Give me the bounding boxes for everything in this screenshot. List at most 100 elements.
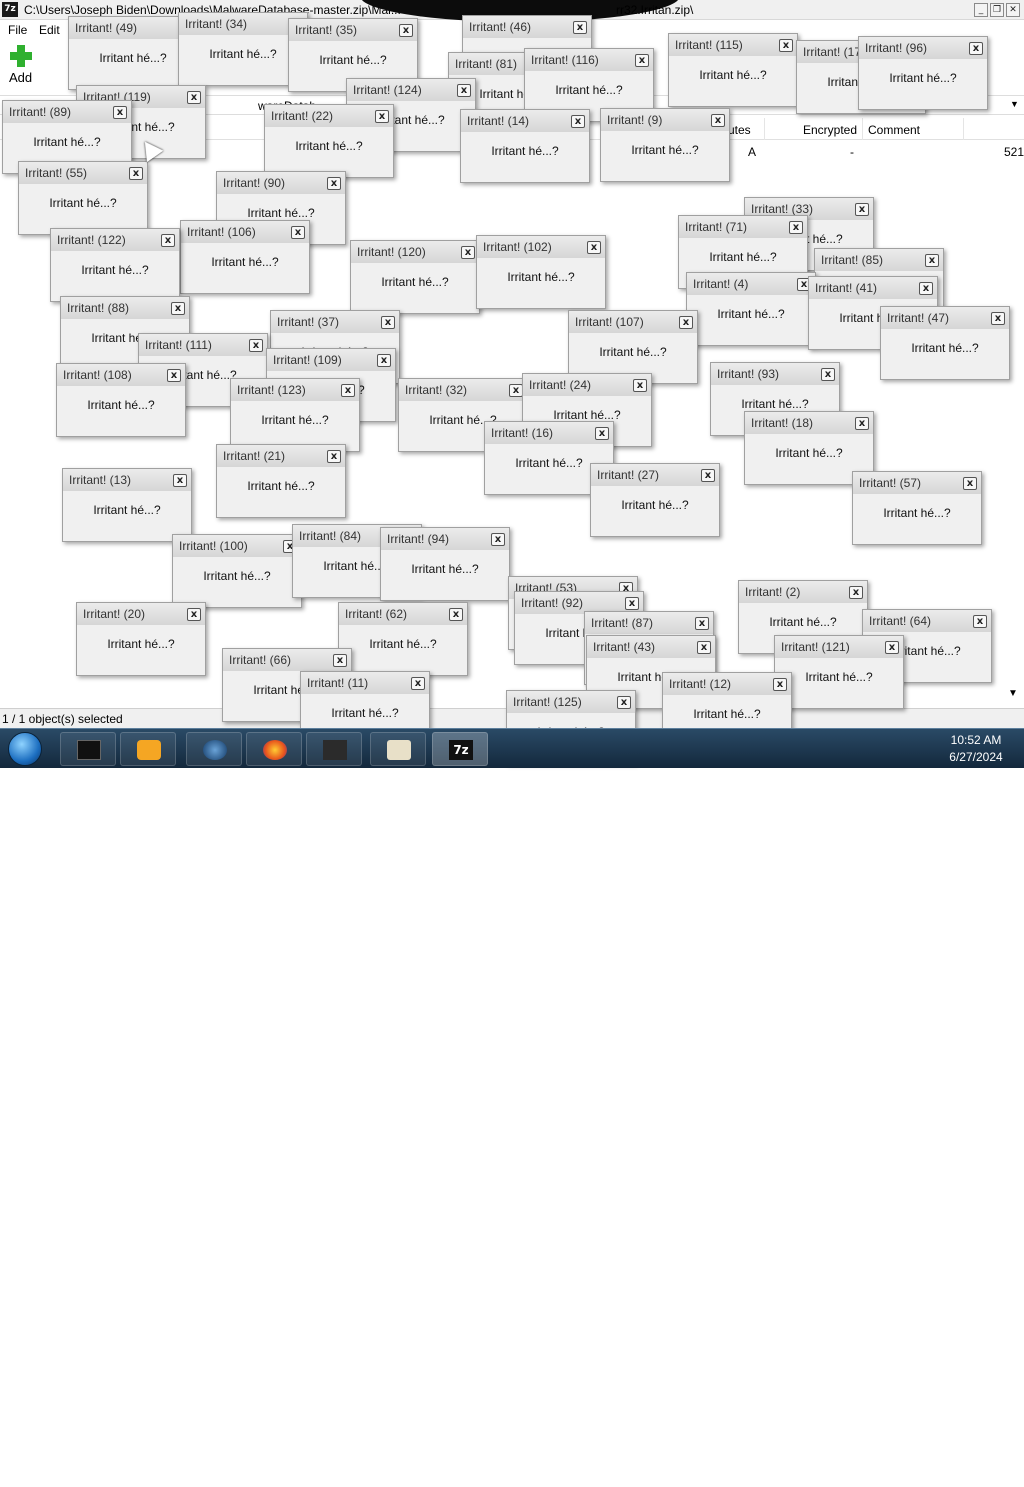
restore-icon[interactable]: ❐ <box>990 3 1004 17</box>
close-icon[interactable]: x <box>789 221 803 234</box>
close-icon[interactable]: x <box>249 339 263 352</box>
popup-title-bar[interactable]: Irritant! (111) x <box>139 334 267 356</box>
popup-title-bar[interactable]: Irritant! (66) x <box>223 649 351 671</box>
close-icon[interactable]: x <box>679 316 693 329</box>
popup-title-bar[interactable]: Irritant! (18) x <box>745 412 873 434</box>
irritant-popup[interactable]: Irritant! (20) x Irritant hé...? <box>76 602 206 676</box>
close-icon[interactable]: x <box>885 641 899 654</box>
popup-title-bar[interactable]: Irritant! (57) x <box>853 472 981 494</box>
popup-title-bar[interactable]: Irritant! (106) x <box>181 221 309 243</box>
close-icon[interactable]: x <box>821 368 835 381</box>
irritant-popup[interactable]: Irritant! (108) x Irritant hé...? <box>56 363 186 437</box>
popup-title-bar[interactable]: Irritant! (93) x <box>711 363 839 385</box>
popup-title-bar[interactable]: Irritant! (96) x <box>859 37 987 59</box>
close-icon[interactable]: x <box>377 354 391 367</box>
irritant-popup[interactable]: Irritant! (94) x Irritant hé...? <box>380 527 510 601</box>
close-icon[interactable]: x <box>635 54 649 67</box>
popup-title-bar[interactable]: Irritant! (71) x <box>679 216 807 238</box>
add-button-label[interactable]: Add <box>9 70 32 85</box>
close-icon[interactable]: x <box>333 654 347 667</box>
add-plus-icon[interactable] <box>10 45 32 67</box>
close-icon[interactable]: x <box>595 427 609 440</box>
close-icon[interactable]: x <box>399 24 413 37</box>
popup-title-bar[interactable]: Irritant! (24) x <box>523 374 651 396</box>
popup-title-bar[interactable]: Irritant! (94) x <box>381 528 509 550</box>
popup-title-bar[interactable]: Irritant! (108) x <box>57 364 185 386</box>
close-icon[interactable]: x <box>855 203 869 216</box>
close-icon[interactable]: x <box>571 115 585 128</box>
close-icon[interactable]: x <box>187 608 201 621</box>
close-icon[interactable]: x <box>449 608 463 621</box>
irritant-popup[interactable]: Irritant! (115) x Irritant hé...? <box>668 33 798 107</box>
irritant-popup[interactable]: Irritant! (62) x Irritant hé...? <box>338 602 468 676</box>
system-tray[interactable] <box>872 1469 932 1487</box>
close-icon[interactable]: x <box>773 678 787 691</box>
close-icon[interactable]: x <box>779 39 793 52</box>
popup-title-bar[interactable]: Irritant! (90) x <box>217 172 345 194</box>
taskbar-media-player[interactable] <box>120 732 176 766</box>
close-icon[interactable]: x <box>461 246 475 259</box>
irritant-popup[interactable]: Irritant! (47) x Irritant hé...? <box>880 306 1010 380</box>
popup-title-bar[interactable]: Irritant! (55) x <box>19 162 147 184</box>
popup-title-bar[interactable]: Irritant! (100) x <box>173 535 301 557</box>
taskbar-installer[interactable] <box>370 732 426 766</box>
popup-title-bar[interactable]: Irritant! (46) x <box>463 16 591 38</box>
irritant-popup[interactable]: Irritant! (100) x Irritant hé...? <box>172 534 302 608</box>
close-icon[interactable]: x <box>711 114 725 127</box>
popup-title-bar[interactable]: Irritant! (87) x <box>585 612 713 634</box>
irritant-popup[interactable]: Irritant! (14) x Irritant hé...? <box>460 109 590 183</box>
close-icon[interactable]: x <box>701 469 715 482</box>
close-icon[interactable]: x <box>161 234 175 247</box>
irritant-popup[interactable]: Irritant! (106) x Irritant hé...? <box>180 220 310 294</box>
close-icon[interactable]: x <box>291 226 305 239</box>
popup-title-bar[interactable]: Irritant! (21) x <box>217 445 345 467</box>
popup-title-bar[interactable]: Irritant! (116) x <box>525 49 653 71</box>
popup-title-bar[interactable]: Irritant! (64) x <box>863 610 991 632</box>
close-icon[interactable]: x <box>341 384 355 397</box>
popup-title-bar[interactable]: Irritant! (35) x <box>289 19 417 41</box>
close-icon[interactable]: x <box>969 42 983 55</box>
popup-title-bar[interactable]: Irritant! (120) x <box>351 241 479 263</box>
close-icon[interactable]: x <box>855 417 869 430</box>
clock-date[interactable]: 6/27/2024 <box>940 750 1012 764</box>
taskbar-7zip[interactable]: 7z <box>432 732 488 766</box>
close-icon[interactable]: x <box>375 110 389 123</box>
popup-title-bar[interactable]: Irritant! (125) x <box>507 691 635 713</box>
irritant-popup[interactable]: Irritant! (120) x Irritant hé...? <box>350 240 480 314</box>
irritant-popup[interactable]: Irritant! (22) x Irritant hé...? <box>264 104 394 178</box>
close-icon[interactable]: x <box>173 474 187 487</box>
column-encrypted[interactable]: Encrypted <box>803 123 857 137</box>
close-icon[interactable]: x <box>963 477 977 490</box>
close-icon[interactable]: x <box>617 696 631 709</box>
popup-title-bar[interactable]: Irritant! (37) x <box>271 311 399 333</box>
irritant-popup[interactable]: Irritant! (21) x Irritant hé...? <box>216 444 346 518</box>
popup-title-bar[interactable]: Irritant! (115) x <box>669 34 797 56</box>
close-icon[interactable]: x <box>587 241 601 254</box>
popup-title-bar[interactable]: Irritant! (11) x <box>301 672 429 694</box>
popup-title-bar[interactable]: Irritant! (47) x <box>881 307 1009 329</box>
close-icon[interactable]: x <box>381 316 395 329</box>
close-window-icon[interactable]: ✕ <box>1006 3 1020 17</box>
popup-title-bar[interactable]: Irritant! (22) x <box>265 105 393 127</box>
popup-title-bar[interactable]: Irritant! (89) x <box>3 101 131 123</box>
popup-title-bar[interactable]: Irritant! (20) x <box>77 603 205 625</box>
irritant-popup[interactable]: Irritant! (9) x Irritant hé...? <box>600 108 730 182</box>
popup-title-bar[interactable]: Irritant! (41) x <box>809 277 937 299</box>
popup-title-bar[interactable]: Irritant! (123) x <box>231 379 359 401</box>
popup-title-bar[interactable]: Irritant! (43) x <box>587 636 715 658</box>
close-icon[interactable]: x <box>925 254 939 267</box>
chevron-down-icon[interactable]: ▼ <box>1010 99 1019 109</box>
close-icon[interactable]: x <box>849 586 863 599</box>
taskbar-firefox[interactable] <box>246 732 302 766</box>
popup-title-bar[interactable]: Irritant! (13) x <box>63 469 191 491</box>
clock-time[interactable]: 10:52 AM <box>940 733 1012 747</box>
popup-title-bar[interactable]: Irritant! (122) x <box>51 229 179 251</box>
taskbar-terminal[interactable] <box>60 732 116 766</box>
close-icon[interactable]: x <box>695 617 709 630</box>
close-icon[interactable]: x <box>697 641 711 654</box>
close-icon[interactable]: x <box>457 84 471 97</box>
close-icon[interactable]: x <box>573 21 587 34</box>
popup-title-bar[interactable]: Irritant! (32) x <box>399 379 527 401</box>
close-icon[interactable]: x <box>327 450 341 463</box>
column-attributes[interactable]: utes <box>728 123 751 137</box>
